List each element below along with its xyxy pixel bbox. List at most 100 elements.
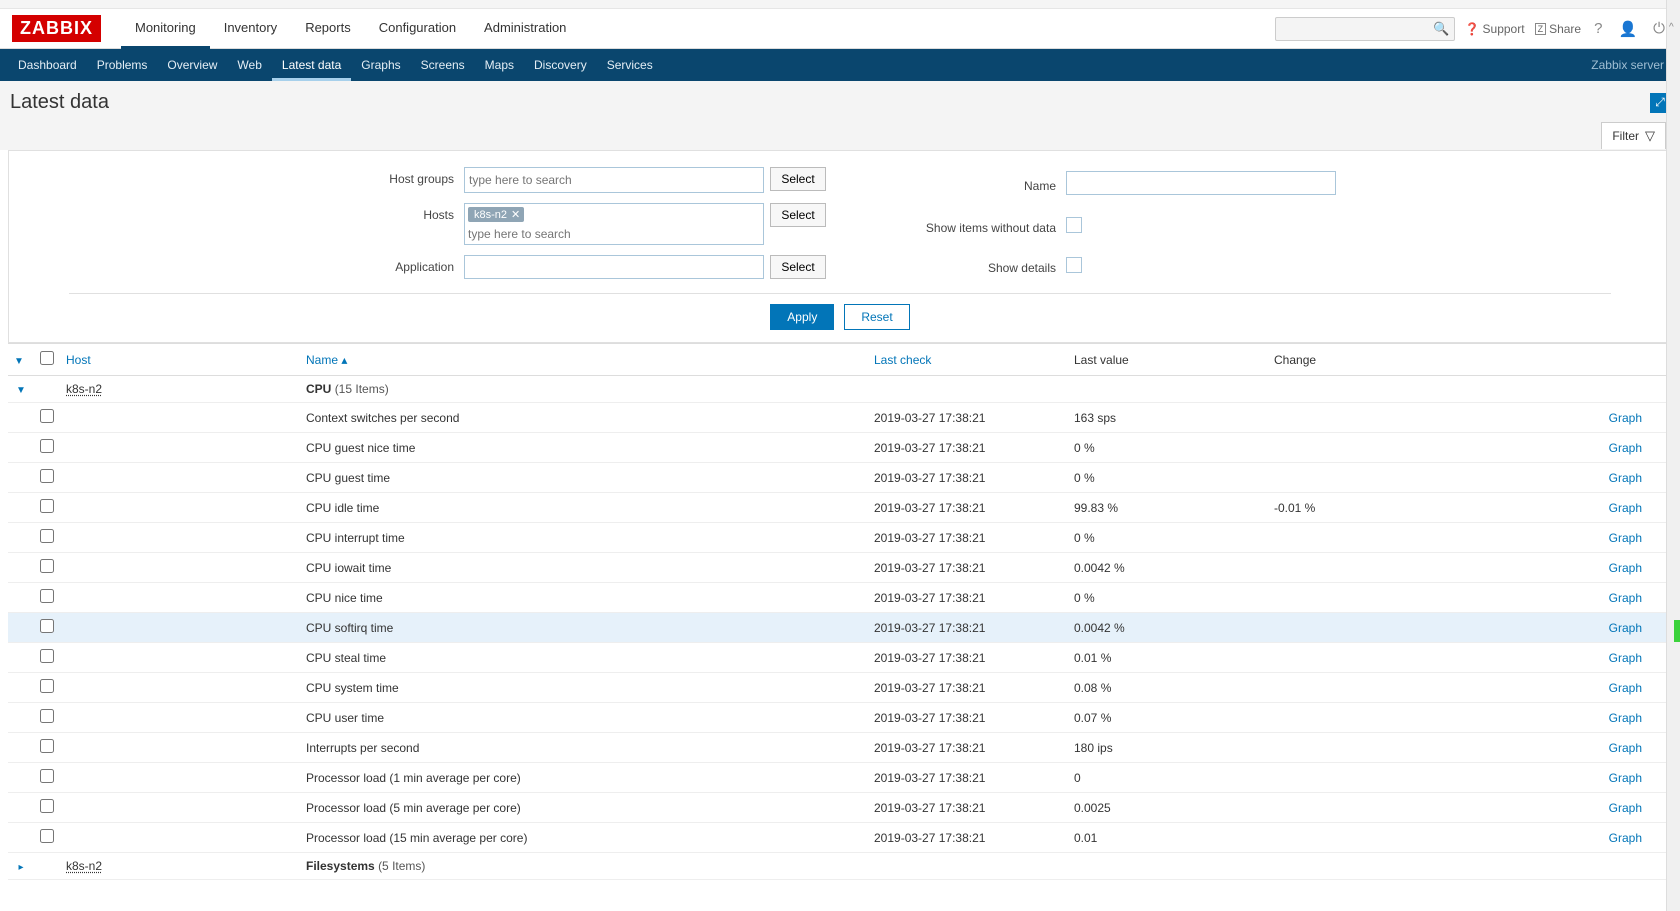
- mainnav-item-administration[interactable]: Administration: [470, 9, 580, 49]
- collapse-all-icon[interactable]: ▼: [14, 356, 24, 367]
- page-title: Latest data: [10, 91, 109, 114]
- graph-link[interactable]: Graph: [1609, 711, 1642, 725]
- row-checkbox[interactable]: [40, 529, 54, 543]
- subnav-item-latest-data[interactable]: Latest data: [272, 50, 351, 81]
- item-change: [1268, 673, 1413, 703]
- item-lastvalue: 0.0042 %: [1068, 553, 1268, 583]
- graph-link[interactable]: Graph: [1609, 471, 1642, 485]
- graph-link[interactable]: Graph: [1609, 441, 1642, 455]
- group-host[interactable]: k8s-n2: [66, 382, 102, 396]
- item-lastcheck: 2019-03-27 17:38:21: [868, 583, 1068, 613]
- row-checkbox[interactable]: [40, 589, 54, 603]
- col-host-link[interactable]: Host: [66, 353, 91, 367]
- mainnav-item-monitoring[interactable]: Monitoring: [121, 9, 210, 49]
- share-link[interactable]: Z Share: [1535, 22, 1582, 36]
- col-toggle[interactable]: ▼: [8, 344, 34, 376]
- row-checkbox[interactable]: [40, 769, 54, 783]
- hosts-text[interactable]: [468, 227, 760, 241]
- select-all-checkbox[interactable]: [40, 351, 54, 365]
- item-name: CPU guest time: [300, 463, 868, 493]
- group-toggle-icon[interactable]: ▸: [18, 862, 23, 873]
- row-checkbox[interactable]: [40, 649, 54, 663]
- row-checkbox[interactable]: [40, 559, 54, 573]
- browser-scrollbar[interactable]: ^: [1666, 0, 1680, 911]
- subnav-item-dashboard[interactable]: Dashboard: [8, 50, 87, 80]
- row-checkbox[interactable]: [40, 799, 54, 813]
- row-checkbox[interactable]: [40, 619, 54, 633]
- item-change: [1268, 433, 1413, 463]
- subnav-item-graphs[interactable]: Graphs: [351, 50, 410, 80]
- row-checkbox[interactable]: [40, 709, 54, 723]
- row-checkbox[interactable]: [40, 409, 54, 423]
- subnav-item-web[interactable]: Web: [227, 50, 271, 80]
- col-lastcheck[interactable]: Last check: [868, 344, 1068, 376]
- mainnav-item-inventory[interactable]: Inventory: [210, 9, 291, 49]
- logo[interactable]: ZABBIX: [12, 15, 101, 42]
- search-input[interactable]: [1275, 17, 1455, 41]
- name-input[interactable]: [1066, 171, 1336, 195]
- group-host[interactable]: k8s-n2: [66, 859, 102, 873]
- col-host[interactable]: Host: [60, 344, 300, 376]
- row-checkbox[interactable]: [40, 499, 54, 513]
- show-items-label: Show items without data: [906, 216, 1066, 235]
- graph-link[interactable]: Graph: [1609, 801, 1642, 815]
- item-name: Processor load (15 min average per core): [300, 823, 868, 853]
- hostgroups-select-button[interactable]: Select: [770, 167, 826, 191]
- row-checkbox[interactable]: [40, 679, 54, 693]
- col-lastcheck-link[interactable]: Last check: [874, 353, 931, 367]
- row-checkbox[interactable]: [40, 469, 54, 483]
- title-bar: Latest data ⤢: [0, 81, 1680, 122]
- row-checkbox[interactable]: [40, 739, 54, 753]
- col-name[interactable]: Name ▴: [300, 344, 868, 376]
- hostgroups-input[interactable]: [464, 167, 764, 193]
- support-link[interactable]: ❓ Support: [1465, 22, 1525, 36]
- user-icon[interactable]: 👤: [1615, 20, 1640, 38]
- graph-link[interactable]: Graph: [1609, 591, 1642, 605]
- item-lastvalue: 0: [1068, 763, 1268, 793]
- row-checkbox[interactable]: [40, 829, 54, 843]
- graph-link[interactable]: Graph: [1609, 681, 1642, 695]
- subnav-item-screens[interactable]: Screens: [411, 50, 475, 80]
- hosts-select-button[interactable]: Select: [770, 203, 826, 227]
- mainnav-item-reports[interactable]: Reports: [291, 9, 365, 49]
- help-icon[interactable]: ?: [1591, 20, 1605, 37]
- scroll-up-icon[interactable]: ^: [1669, 22, 1674, 33]
- group-app-name: Filesystems: [306, 859, 375, 873]
- hostgroups-text[interactable]: [469, 170, 759, 190]
- server-label[interactable]: Zabbix server: [1591, 58, 1672, 72]
- mainnav-item-configuration[interactable]: Configuration: [365, 9, 470, 49]
- item-lastvalue: 163 sps: [1068, 403, 1268, 433]
- subnav-item-services[interactable]: Services: [597, 50, 663, 80]
- graph-link[interactable]: Graph: [1609, 741, 1642, 755]
- show-details-checkbox[interactable]: [1066, 257, 1082, 273]
- reset-button[interactable]: Reset: [844, 304, 909, 330]
- search-icon[interactable]: 🔍: [1433, 21, 1449, 37]
- show-items-checkbox[interactable]: [1066, 217, 1082, 233]
- subnav-item-problems[interactable]: Problems: [87, 50, 158, 80]
- item-change: [1268, 733, 1413, 763]
- graph-link[interactable]: Graph: [1609, 651, 1642, 665]
- graph-link[interactable]: Graph: [1609, 621, 1642, 635]
- hosts-input[interactable]: k8s-n2 ✕: [464, 203, 764, 245]
- graph-link[interactable]: Graph: [1609, 531, 1642, 545]
- host-tag-remove-icon[interactable]: ✕: [511, 208, 520, 221]
- group-toggle-icon[interactable]: ▼: [16, 385, 26, 396]
- filter-tab-row: Filter ▽: [0, 122, 1680, 150]
- col-name-link[interactable]: Name ▴: [306, 353, 347, 367]
- application-select-button[interactable]: Select: [770, 255, 826, 279]
- table-row: CPU guest time2019-03-27 17:38:210 %Grap…: [8, 463, 1672, 493]
- subnav-item-maps[interactable]: Maps: [475, 50, 524, 80]
- graph-link[interactable]: Graph: [1609, 561, 1642, 575]
- item-name: Processor load (1 min average per core): [300, 763, 868, 793]
- apply-button[interactable]: Apply: [770, 304, 834, 330]
- graph-link[interactable]: Graph: [1609, 501, 1642, 515]
- graph-link[interactable]: Graph: [1609, 411, 1642, 425]
- table-row: Processor load (1 min average per core)2…: [8, 763, 1672, 793]
- graph-link[interactable]: Graph: [1609, 831, 1642, 845]
- row-checkbox[interactable]: [40, 439, 54, 453]
- graph-link[interactable]: Graph: [1609, 771, 1642, 785]
- subnav-item-discovery[interactable]: Discovery: [524, 50, 597, 80]
- subnav-item-overview[interactable]: Overview: [157, 50, 227, 80]
- filter-tab[interactable]: Filter ▽: [1601, 122, 1666, 149]
- application-input[interactable]: [464, 255, 764, 279]
